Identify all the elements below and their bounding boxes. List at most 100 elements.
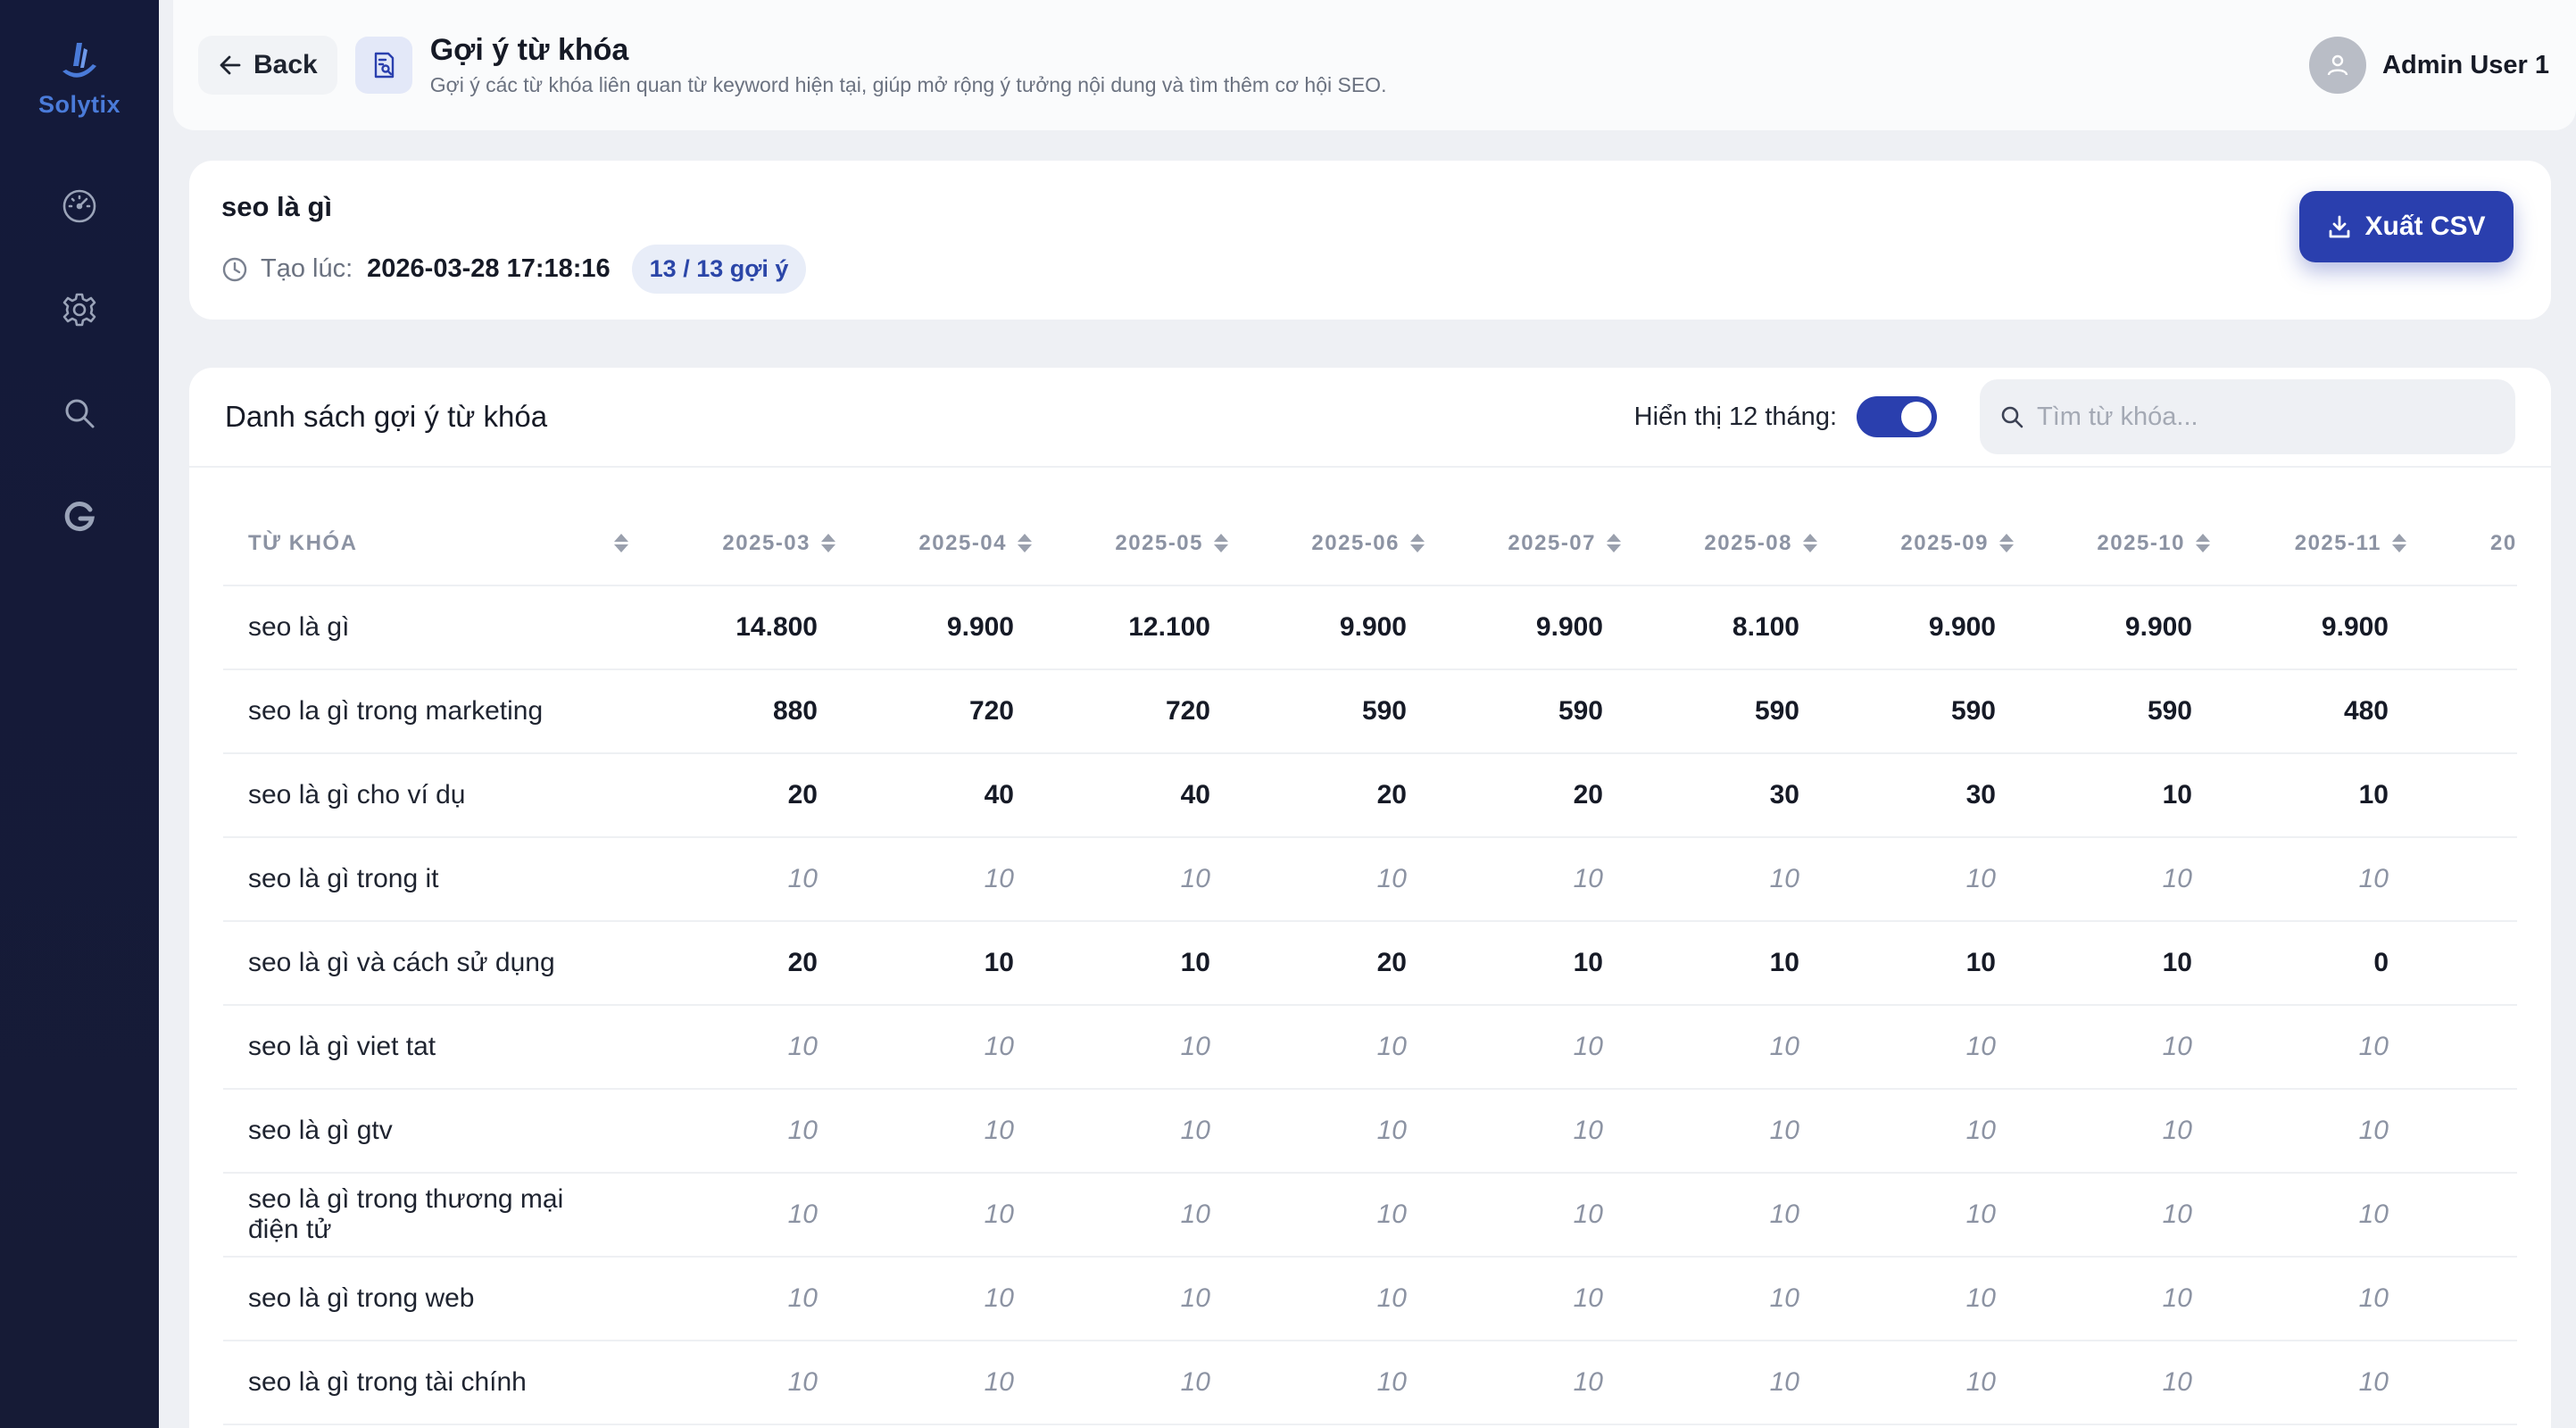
- solytix-logo-icon: [62, 43, 96, 78]
- volume-cell: 10: [1830, 1173, 2026, 1258]
- volume-cell: 10: [2026, 1257, 2223, 1341]
- volume-cell: 10: [1241, 1341, 1437, 1425]
- volume-cell: 880: [652, 669, 848, 754]
- keyword-cell: seo là gì và cách sử dụng: [223, 921, 652, 1006]
- created-value: 2026-03-28 17:18:16: [367, 254, 611, 283]
- column-header-label: 2025-09: [1900, 530, 1989, 555]
- user-menu[interactable]: Admin User 1: [2309, 37, 2549, 94]
- column-header-label: 2025-04: [918, 530, 1007, 555]
- volume-cell: 10: [652, 1173, 848, 1258]
- table-row[interactable]: seo là gì cho ví dụ 20 40 40 20 20 30 30 10 10: [223, 753, 2517, 838]
- volume-cell: 10: [2223, 1005, 2419, 1090]
- column-header-month[interactable]: 2025-03: [652, 502, 848, 586]
- sidebar-item-google[interactable]: [53, 490, 106, 544]
- keyword-table-card: Danh sách gợi ý từ khóa Hiển thị 12 thán…: [189, 368, 2551, 1428]
- table-row[interactable]: seo là gì viet tat 10 10 10 10 10 10 10 10 10: [223, 1005, 2517, 1090]
- page-icon: [354, 37, 412, 94]
- search-input[interactable]: [2037, 402, 2501, 432]
- column-header-month[interactable]: 2025-08: [1633, 502, 1830, 586]
- keyword-cell: seo là gì trong thương mại điện tử: [223, 1173, 652, 1258]
- document-search-icon: [374, 52, 394, 79]
- volume-cell: 10: [1241, 1173, 1437, 1258]
- table-row[interactable]: seo la gì trong marketing 880 720 720 590 590…: [223, 669, 2517, 754]
- page-title: Gợi ý từ khóa: [429, 33, 629, 67]
- keyword-cell: seo là gì viet tat: [223, 1005, 652, 1090]
- sort-icon: [1410, 534, 1425, 552]
- sort-icon: [1803, 534, 1817, 552]
- volume-cell-overflow: [2419, 1257, 2517, 1341]
- table-row[interactable]: seo là gì 14.800 9.900 12.100 9.900 9.900 8.10…: [223, 585, 2517, 670]
- volume-cell-overflow: [2419, 1341, 2517, 1425]
- column-header-month[interactable]: 2025-06: [1241, 502, 1437, 586]
- volume-cell: 10: [1633, 837, 1830, 922]
- table-scroll-area[interactable]: TỪ KHÓA 2025-03 2025-04 2025-05 2025-06 …: [223, 502, 2517, 1428]
- export-csv-button[interactable]: Xuất CSV: [2299, 191, 2514, 262]
- table-row[interactable]: seo là gì trong web 10 10 10 10 10 10 10 10 10: [223, 1257, 2517, 1341]
- volume-cell: 10: [1830, 1341, 2026, 1425]
- table-row[interactable]: seo là gì trong thương mại điện tử 10 10 10…: [223, 1173, 2517, 1258]
- volume-cell-overflow: [2419, 1005, 2517, 1090]
- column-header-month[interactable]: 2025-07: [1437, 502, 1633, 586]
- volume-cell-overflow: [2419, 921, 2517, 1006]
- volume-cell: 10: [1241, 1089, 1437, 1174]
- column-header-label: 2025-05: [1115, 530, 1203, 555]
- volume-cell: 10: [848, 1173, 1044, 1258]
- volume-cell: 8.100: [1633, 585, 1830, 670]
- column-header-month[interactable]: 2025-04: [848, 502, 1044, 586]
- column-header-month[interactable]: 2025-09: [1830, 502, 2026, 586]
- avatar[interactable]: [2309, 37, 2367, 94]
- sort-icon: [821, 534, 835, 552]
- sidebar-item-settings[interactable]: [53, 283, 106, 336]
- table-row[interactable]: seo là gì trong tài chính 10 10 10 10 10 10 10 1…: [223, 1341, 2517, 1425]
- volume-cell: 10: [652, 1005, 848, 1090]
- volume-cell: 10: [1830, 1257, 2026, 1341]
- volume-cell: 10: [2026, 1005, 2223, 1090]
- table-row[interactable]: seo là gì trong it 10 10 10 10 10 10 10 10 10: [223, 837, 2517, 922]
- table-row[interactable]: seo là gì và cách sử dụng 20 10 10 20 10 10 10 1…: [223, 921, 2517, 1006]
- sort-icon: [2392, 534, 2406, 552]
- sidebar-item-search[interactable]: [53, 386, 106, 440]
- volume-cell: 20: [1241, 753, 1437, 838]
- table-row[interactable]: seo là gì gtv 10 10 10 10 10 10 10 10 10: [223, 1089, 2517, 1174]
- volume-cell: 12.100: [1044, 585, 1241, 670]
- sort-icon: [1607, 534, 1621, 552]
- volume-cell: 10: [848, 1089, 1044, 1174]
- volume-cell: 9.900: [848, 585, 1044, 670]
- volume-cell: 10: [2223, 1257, 2419, 1341]
- table-header-bar: Danh sách gợi ý từ khóa Hiển thị 12 thán…: [189, 368, 2551, 468]
- column-header-keyword[interactable]: TỪ KHÓA: [223, 502, 652, 586]
- volume-cell: 10: [1830, 1089, 2026, 1174]
- volume-cell: 480: [2223, 669, 2419, 754]
- clock-icon: [222, 257, 247, 281]
- volume-cell: 30: [1830, 753, 2026, 838]
- volume-cell: 10: [848, 921, 1044, 1006]
- twelve-month-toggle[interactable]: [1857, 396, 1937, 437]
- gear-icon: [62, 293, 96, 327]
- column-header-month[interactable]: 2025-10: [2026, 502, 2223, 586]
- keyword-cell: seo là gì trong web: [223, 1257, 652, 1341]
- sidebar-nav: [53, 179, 106, 544]
- sidebar: Solytix: [0, 0, 159, 1428]
- volume-cell: 10: [1437, 1089, 1633, 1174]
- volume-cell: 10: [848, 1341, 1044, 1425]
- toggle-label: Hiển thị 12 tháng:: [1633, 402, 1837, 431]
- keyword-cell: seo là gì trong it: [223, 837, 652, 922]
- volume-cell: 590: [1633, 669, 1830, 754]
- google-g-icon: [64, 502, 95, 532]
- column-header-month[interactable]: 20: [2419, 502, 2517, 586]
- volume-cell: 10: [2026, 837, 2223, 922]
- page-subtitle: Gợi ý các từ khóa liên quan từ keyword h…: [429, 73, 1387, 96]
- volume-cell: 10: [848, 1005, 1044, 1090]
- keyword-search-box: [1980, 379, 2515, 454]
- logo[interactable]: Solytix: [38, 39, 120, 119]
- column-header-month[interactable]: 2025-05: [1044, 502, 1241, 586]
- back-button[interactable]: Back: [198, 36, 337, 95]
- keyword-cell: seo là gì gtv: [223, 1089, 652, 1174]
- volume-cell: 10: [1633, 1173, 1830, 1258]
- volume-cell: 10: [2026, 1089, 2223, 1174]
- volume-cell: 590: [1437, 669, 1633, 754]
- keyword-info-card: seo là gì Tạo lúc: 2026-03-28 17:18:16 1…: [189, 161, 2551, 320]
- volume-cell: 10: [848, 1257, 1044, 1341]
- column-header-month[interactable]: 2025-11: [2223, 502, 2419, 586]
- sidebar-item-dashboard[interactable]: [53, 179, 106, 233]
